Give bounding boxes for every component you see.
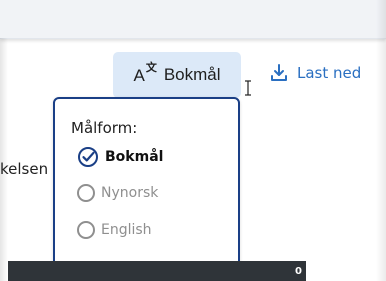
language-dropdown: Målform: Bokmål Nynorsk English: [53, 97, 240, 267]
bottom-dark-bar: [8, 261, 306, 281]
radio-empty-icon: [77, 221, 95, 239]
download-link[interactable]: Last ned: [269, 63, 361, 83]
right-edge-shadow: [376, 0, 386, 281]
download-icon: [271, 64, 287, 81]
screen: kelsen A文 Bokmål Last ned Målform: Bokmå…: [0, 0, 386, 281]
download-label: Last ned: [297, 64, 362, 82]
top-bar: [0, 0, 386, 39]
language-button-label: Bokmål: [163, 65, 221, 84]
language-select-button[interactable]: A文 Bokmål: [113, 52, 241, 98]
option-label: Bokmål: [105, 149, 164, 165]
radio-empty-icon: [77, 184, 95, 202]
translate-icon: A文: [133, 61, 157, 85]
language-option-english[interactable]: English: [77, 221, 152, 239]
bottom-bar-text: 0: [295, 266, 302, 277]
option-label: Nynorsk: [101, 185, 159, 201]
option-label: English: [101, 222, 152, 238]
text-cursor-icon: [245, 80, 251, 96]
background-text-fragment: kelsen: [0, 160, 49, 178]
language-option-bokmal[interactable]: Bokmål: [77, 146, 163, 168]
dropdown-title: Målform:: [71, 119, 138, 137]
check-circle-icon: [78, 147, 98, 167]
language-option-nynorsk[interactable]: Nynorsk: [77, 184, 158, 202]
